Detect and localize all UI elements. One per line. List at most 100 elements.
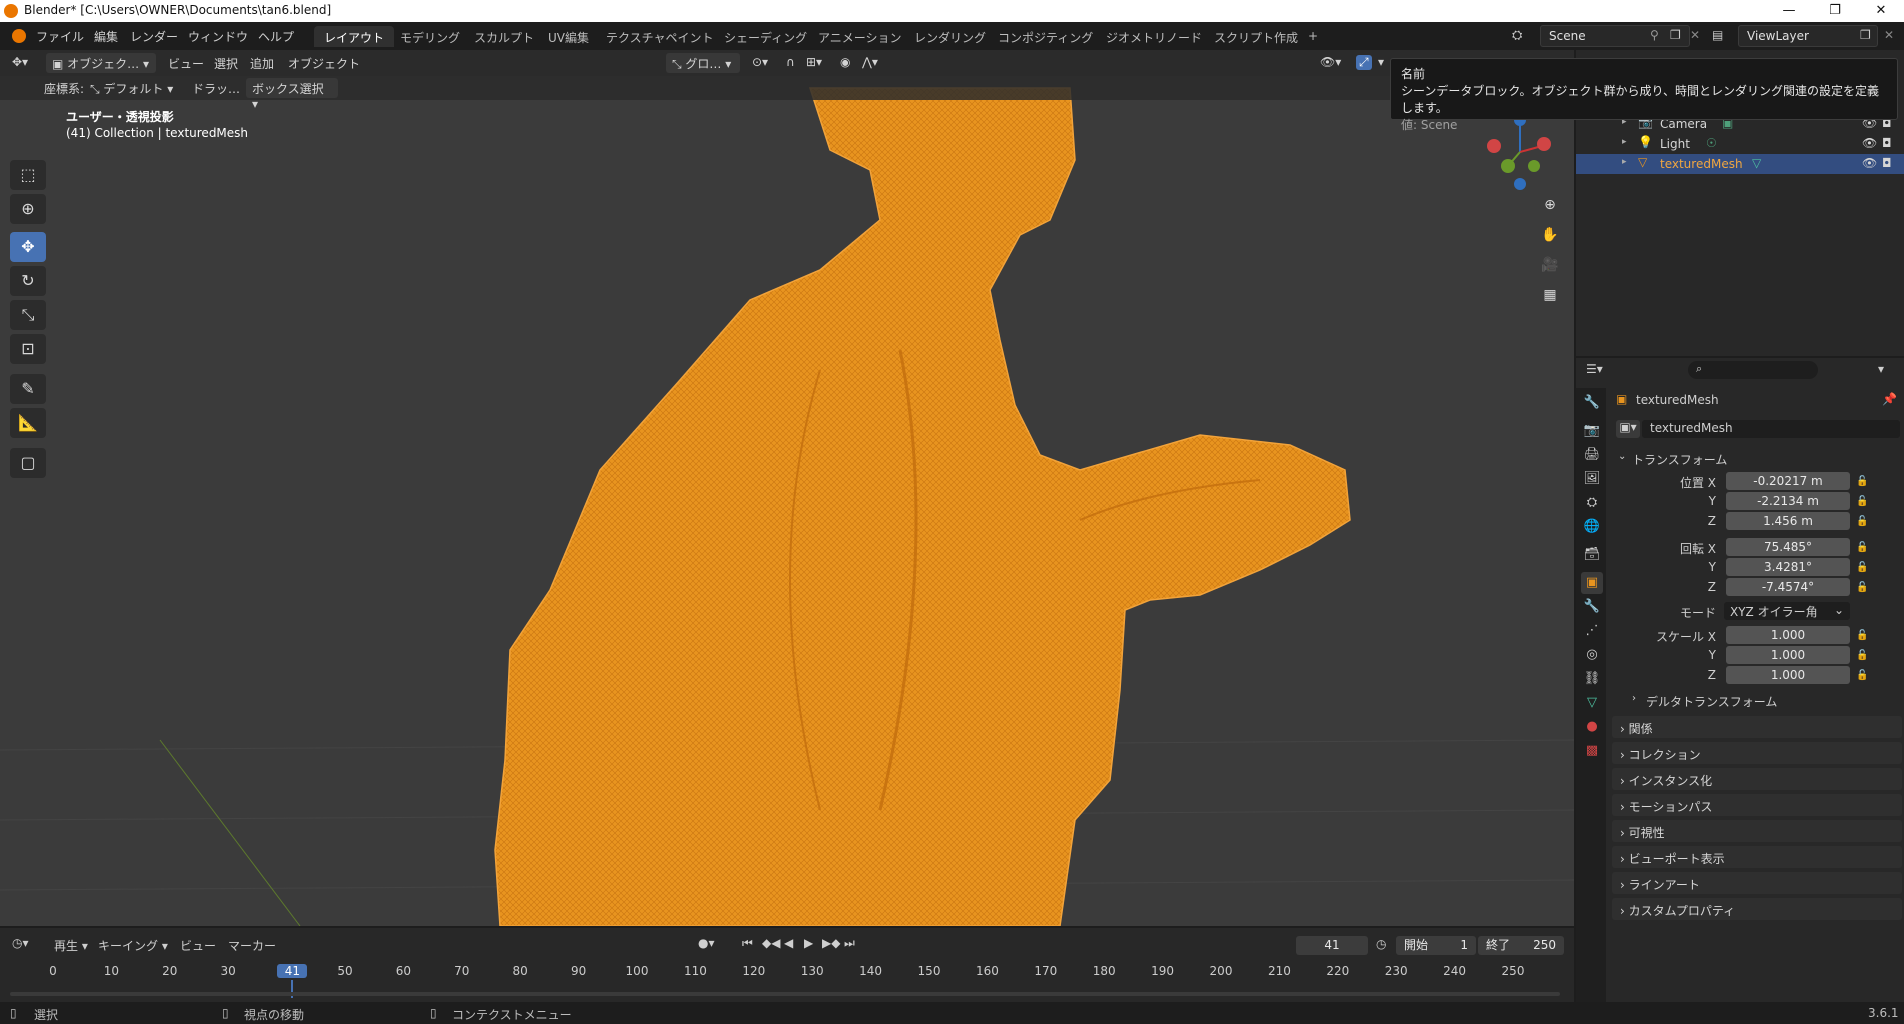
- tool-tab-icon[interactable]: 🔧: [1581, 392, 1603, 414]
- transform-orientation-dropdown[interactable]: ⤡ グロ… ▾: [666, 53, 740, 73]
- falloff-icon[interactable]: ⋀▾: [862, 55, 878, 69]
- annotate-tool[interactable]: ✎: [10, 374, 46, 404]
- menu-edit[interactable]: 編集: [94, 28, 118, 45]
- transform-panel-header[interactable]: ⌄ トランスフォーム: [1612, 448, 1902, 470]
- timeline-scrollbar[interactable]: [10, 992, 1560, 996]
- gizmo-neg-x-axis[interactable]: [1487, 139, 1501, 153]
- properties-search-input[interactable]: ⌕: [1688, 361, 1818, 379]
- delete-view-layer-icon[interactable]: ✕: [1884, 28, 1894, 42]
- world-tab-icon[interactable]: 🌐: [1581, 516, 1603, 538]
- pin-icon[interactable]: 📌: [1882, 392, 1897, 406]
- menu-object[interactable]: オブジェクト: [288, 55, 360, 72]
- gizmo-neg-y-axis[interactable]: [1528, 160, 1540, 172]
- expand-arrow-icon[interactable]: ▸: [1622, 137, 1627, 147]
- modifier-tab-icon[interactable]: 🔧: [1581, 596, 1603, 618]
- panel-relations[interactable]: › 関係: [1612, 716, 1902, 738]
- jump-start-icon[interactable]: ⏮: [742, 936, 753, 951]
- gizmo-y-axis[interactable]: [1501, 159, 1515, 173]
- play-reverse-icon[interactable]: ◀: [784, 936, 793, 950]
- clock-icon[interactable]: ◷: [1376, 937, 1386, 951]
- eye-icon[interactable]: 👁: [1862, 156, 1877, 170]
- lock-icon[interactable]: 🔓: [1856, 542, 1868, 554]
- mode-selector[interactable]: ▣ オブジェク… ▾: [46, 53, 156, 73]
- menu-window[interactable]: ウィンドウ: [188, 28, 248, 45]
- material-tab-icon[interactable]: ●: [1581, 716, 1603, 738]
- render-tab-icon[interactable]: 📷: [1581, 420, 1603, 442]
- editor-type-icon[interactable]: ☰▾: [1586, 362, 1603, 376]
- perspective-toggle-icon[interactable]: ▦: [1537, 282, 1563, 308]
- datablock-browser-icon[interactable]: ▣▾: [1616, 420, 1640, 438]
- view-layer-field[interactable]: ViewLayer: [1738, 25, 1878, 47]
- tab-sculpt[interactable]: スカルプト: [464, 26, 544, 47]
- particles-tab-icon[interactable]: ⋰: [1581, 620, 1603, 642]
- object-tab-icon[interactable]: ▣: [1581, 572, 1603, 594]
- menu-render[interactable]: レンダー: [130, 28, 178, 45]
- pan-hand-icon[interactable]: ✋: [1537, 222, 1563, 248]
- drag-action-dropdown[interactable]: ドラッ…: [192, 80, 240, 97]
- play-icon[interactable]: ▶: [804, 936, 813, 950]
- snap-target-icon[interactable]: ⊞▾: [806, 55, 822, 69]
- scale-y-field[interactable]: 1.000: [1726, 646, 1850, 664]
- outliner-item-light[interactable]: ▸ 💡 Light ☉ 👁 ◘: [1576, 134, 1904, 154]
- outliner-item-texturedmesh[interactable]: ▸ ▽ texturedMesh ▽ 👁 ◘: [1576, 154, 1904, 174]
- tab-animation[interactable]: アニメーション: [808, 26, 912, 47]
- render-camera-icon[interactable]: ◘: [1882, 136, 1892, 150]
- editor-type-icon[interactable]: ✥▾: [12, 55, 28, 69]
- menu-view[interactable]: ビュー: [168, 55, 204, 72]
- expand-arrow-icon[interactable]: ▸: [1622, 157, 1627, 167]
- prev-keyframe-icon[interactable]: ◆◀: [762, 936, 780, 950]
- location-z-field[interactable]: 1.456 m: [1726, 512, 1850, 530]
- menu-marker[interactable]: マーカー: [228, 937, 276, 954]
- zoom-icon[interactable]: ⊕: [1537, 192, 1563, 218]
- end-frame-field[interactable]: 終了 250: [1478, 936, 1564, 955]
- constraints-tab-icon[interactable]: ⛓: [1581, 668, 1603, 690]
- editor-type-icon[interactable]: ◷▾: [12, 936, 29, 950]
- tab-layout[interactable]: レイアウト: [314, 26, 395, 47]
- rotation-x-field[interactable]: 75.485°: [1726, 538, 1850, 556]
- rotation-z-field[interactable]: -7.4574°: [1726, 578, 1850, 596]
- cursor-tool[interactable]: ⊕: [10, 194, 46, 224]
- gizmo-neg-z-axis[interactable]: [1514, 178, 1526, 190]
- datablock-name-field[interactable]: texturedMesh: [1642, 420, 1900, 438]
- scale-tool[interactable]: ⤡: [10, 300, 46, 330]
- panel-visibility[interactable]: › 可視性: [1612, 820, 1902, 842]
- lock-icon[interactable]: 🔓: [1856, 650, 1868, 662]
- next-keyframe-icon[interactable]: ▶◆: [822, 936, 840, 950]
- 3d-viewport[interactable]: ✥▾ ▣ オブジェク… ▾ ビュー 選択 追加 オブジェクト ⤡ グロ… ▾ ⊙…: [0, 50, 1574, 926]
- lock-icon[interactable]: 🔓: [1856, 496, 1868, 508]
- scene-name-field[interactable]: Scene: [1540, 25, 1690, 47]
- start-frame-field[interactable]: 開始 1: [1396, 936, 1476, 955]
- delta-transform-subpanel[interactable]: › デルタトランスフォーム: [1628, 690, 1898, 710]
- lock-icon[interactable]: 🔓: [1856, 516, 1868, 528]
- physics-tab-icon[interactable]: ◎: [1581, 644, 1603, 666]
- transform-tool[interactable]: ⊡: [10, 334, 46, 364]
- pin-icon[interactable]: ⚲: [1650, 28, 1659, 42]
- menu-file[interactable]: ファイル: [36, 28, 84, 45]
- view-layer-icon[interactable]: ▤: [1712, 28, 1723, 42]
- menu-keying[interactable]: キーイング ▾: [98, 937, 168, 954]
- add-cube-tool[interactable]: ▢: [10, 448, 46, 478]
- texture-tab-icon[interactable]: ▩: [1581, 740, 1603, 762]
- rotation-mode-dropdown[interactable]: XYZ オイラー角 ⌄: [1724, 602, 1850, 620]
- menu-select[interactable]: 選択: [214, 55, 238, 72]
- menu-view[interactable]: ビュー: [180, 937, 216, 954]
- pivot-point-icon[interactable]: ⊙▾: [752, 55, 768, 69]
- tab-shading[interactable]: シェーディング: [714, 26, 817, 47]
- delete-scene-icon[interactable]: ✕: [1690, 28, 1700, 42]
- close-button[interactable]: ✕: [1858, 0, 1904, 22]
- visibility-icon[interactable]: 👁▾: [1320, 55, 1341, 69]
- output-tab-icon[interactable]: 🖨: [1581, 444, 1603, 466]
- location-x-field[interactable]: -0.20217 m: [1726, 472, 1850, 490]
- data-tab-icon[interactable]: ▽: [1581, 692, 1603, 714]
- gizmo-x-axis[interactable]: [1537, 137, 1551, 151]
- tab-compositing[interactable]: コンポジティング: [988, 26, 1103, 47]
- snap-icon[interactable]: ∩: [786, 55, 795, 69]
- minimize-button[interactable]: —: [1766, 0, 1812, 22]
- panel-motion-paths[interactable]: › モーションパス: [1612, 794, 1902, 816]
- scene-tab-icon[interactable]: ⛭: [1581, 492, 1603, 514]
- move-tool[interactable]: ✥: [10, 232, 46, 262]
- panel-line-art[interactable]: › ラインアート: [1612, 872, 1902, 894]
- scale-x-field[interactable]: 1.000: [1726, 626, 1850, 644]
- location-y-field[interactable]: -2.2134 m: [1726, 492, 1850, 510]
- tab-geometry-nodes[interactable]: ジオメトリノード: [1096, 26, 1212, 47]
